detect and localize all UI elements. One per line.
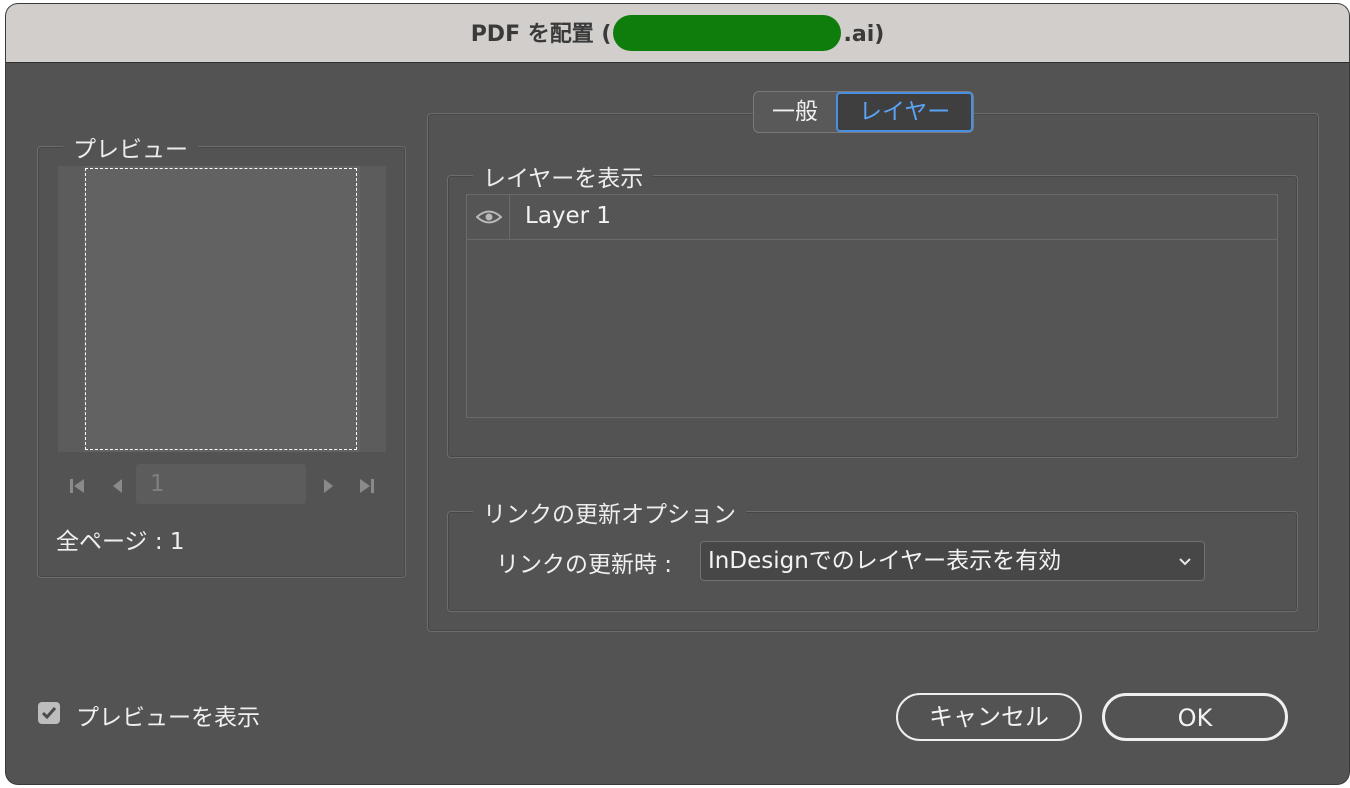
tab-layers[interactable]: レイヤー [836, 92, 974, 132]
title-bar[interactable]: PDF を配置 ( .ai) [6, 4, 1349, 63]
cancel-button[interactable]: キャンセル [896, 693, 1082, 741]
link-update-label: リンクの更新時 : [496, 552, 673, 578]
link-update-selected-value: InDesignでのレイヤー表示を有効 [708, 548, 1062, 574]
preview-right-margin [360, 166, 386, 452]
next-page-icon[interactable] [318, 476, 338, 496]
checkmark-icon [41, 707, 57, 720]
layer-row[interactable]: Layer 1 [467, 195, 1277, 240]
tab-bar: 一般 レイヤー [753, 91, 975, 133]
window-title-suffix: .ai) [843, 22, 885, 47]
page-number-field[interactable]: 1 [136, 464, 306, 504]
tab-general[interactable]: 一般 [754, 92, 836, 132]
layer-list: Layer 1 [466, 194, 1278, 418]
total-pages-label: 全ページ : 1 [56, 529, 185, 555]
window-title: PDF を配置 ( .ai) [6, 15, 1349, 53]
link-update-legend: リンクの更新オプション [473, 495, 746, 529]
preview-left-margin [58, 166, 84, 452]
show-preview-checkbox[interactable] [38, 702, 60, 724]
link-update-select[interactable]: InDesignでのレイヤー表示を有効 [700, 541, 1205, 581]
redacted-filename [613, 15, 842, 51]
layer-name: Layer 1 [525, 203, 612, 229]
preview-page-bounds [85, 168, 357, 450]
visibility-toggle[interactable] [467, 195, 510, 239]
preview-legend: プレビュー [63, 130, 198, 164]
ok-button[interactable]: OK [1102, 693, 1288, 741]
place-pdf-dialog: PDF を配置 ( .ai) プレビュー 1 全ページ : 1 一般 レイヤー レ… [6, 4, 1349, 784]
previous-page-icon[interactable] [108, 476, 128, 496]
first-page-icon[interactable] [68, 476, 88, 496]
preview-thumbnail [58, 166, 386, 452]
chevron-down-icon [1179, 558, 1191, 566]
last-page-icon[interactable] [356, 476, 376, 496]
eye-icon [476, 210, 502, 224]
window-title-prefix: PDF を配置 ( [470, 22, 612, 47]
show-preview-label[interactable]: プレビューを表示 [76, 698, 260, 732]
show-layers-legend: レイヤーを表示 [473, 159, 654, 193]
